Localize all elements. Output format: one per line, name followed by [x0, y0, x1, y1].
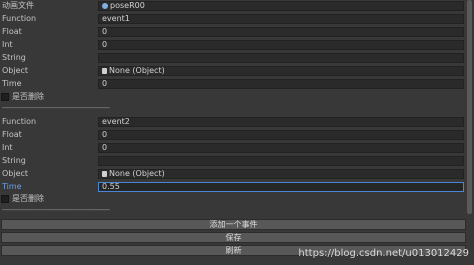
scrollbar-thumb[interactable]: [467, 0, 472, 214]
float-row: Float 0: [0, 129, 466, 141]
int-field[interactable]: 0: [98, 40, 464, 50]
event-divider: ----------------------------------------…: [2, 104, 110, 112]
document-icon: [102, 68, 107, 74]
time-row: Time 0.55: [0, 181, 466, 193]
object-row: Object None (Object): [0, 65, 466, 77]
time-label: Time: [2, 79, 22, 88]
int-field[interactable]: 0: [98, 143, 464, 153]
anim-file-label: 动画文件: [2, 1, 34, 10]
int-row: Int 0: [0, 39, 466, 51]
string-label: String: [2, 53, 26, 62]
function-row: Function event1: [0, 13, 466, 25]
object-value: None (Object): [109, 169, 165, 178]
save-button[interactable]: 保存: [1, 232, 466, 243]
object-label: Object: [2, 66, 29, 75]
string-field[interactable]: [98, 53, 464, 63]
anim-file-field[interactable]: poseR00: [98, 1, 464, 11]
anim-file-row: 动画文件 poseR00: [0, 0, 466, 12]
watermark-text: https://blog.csdn.net/u013012429: [298, 248, 469, 259]
delete-checkbox[interactable]: [1, 195, 9, 203]
float-row: Float 0: [0, 26, 466, 38]
int-label: Int: [2, 40, 13, 49]
float-field[interactable]: 0: [98, 130, 464, 140]
string-label: String: [2, 156, 26, 165]
vertical-scrollbar[interactable]: [467, 0, 472, 214]
function-field[interactable]: event1: [98, 14, 464, 24]
string-row: String: [0, 52, 466, 64]
delete-label: 是否删除: [12, 92, 44, 101]
string-row: String: [0, 155, 466, 167]
int-row: Int 0: [0, 142, 466, 154]
anim-file-value: poseR00: [110, 1, 145, 10]
object-field[interactable]: None (Object): [98, 66, 464, 76]
delete-row: 是否删除: [0, 193, 466, 205]
object-field[interactable]: None (Object): [98, 169, 464, 179]
add-event-button[interactable]: 添加一个事件: [1, 219, 466, 230]
object-value: None (Object): [109, 66, 165, 75]
object-label: Object: [2, 169, 29, 178]
time-label: Time: [2, 182, 22, 191]
int-label: Int: [2, 143, 13, 152]
string-field[interactable]: [98, 156, 464, 166]
float-label: Float: [2, 130, 22, 139]
float-label: Float: [2, 27, 22, 36]
delete-checkbox[interactable]: [1, 93, 9, 101]
function-label: Function: [2, 117, 37, 126]
time-field-focused[interactable]: 0.55: [98, 182, 464, 192]
object-row: Object None (Object): [0, 168, 466, 180]
time-field[interactable]: 0: [98, 79, 464, 89]
function-label: Function: [2, 14, 37, 23]
animation-clip-icon: [102, 3, 108, 9]
event-divider: ----------------------------------------…: [2, 206, 110, 214]
delete-row: 是否删除: [0, 91, 466, 103]
float-field[interactable]: 0: [98, 27, 464, 37]
document-icon: [102, 171, 107, 177]
function-field[interactable]: event2: [98, 117, 464, 127]
time-row: Time 0: [0, 78, 466, 90]
delete-label: 是否删除: [12, 194, 44, 203]
function-row: Function event2: [0, 116, 466, 128]
